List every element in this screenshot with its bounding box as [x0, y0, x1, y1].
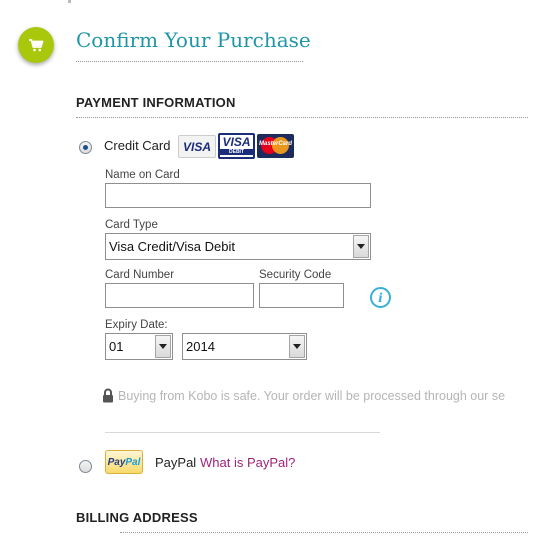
- chevron-down-icon[interactable]: [289, 335, 305, 358]
- payment-section-divider: [76, 117, 528, 118]
- credit-card-section-divider: [105, 432, 380, 433]
- mastercard-logo-text: MasterCard: [258, 141, 292, 147]
- billing-address-heading: BILLING ADDRESS: [76, 510, 198, 525]
- visa-logo-text: VISA: [182, 139, 211, 154]
- paypal-logo-part1: Pay: [107, 456, 126, 468]
- info-icon[interactable]: i: [370, 287, 391, 308]
- card-type-select[interactable]: Visa Credit/Visa Debit: [105, 233, 371, 260]
- expiry-year-select[interactable]: 2014: [182, 333, 307, 360]
- credit-card-label[interactable]: Credit Card: [104, 138, 170, 153]
- lock-icon: [102, 388, 114, 408]
- title-divider: [76, 61, 303, 62]
- secure-purchase-note: Buying from Kobo is safe. Your order wil…: [118, 389, 506, 403]
- visa-debit-logo-text: VISA: [222, 135, 251, 149]
- name-on-card-label: Name on Card: [105, 169, 180, 181]
- mastercard-logo: MasterCard: [257, 134, 294, 158]
- expiry-month-select[interactable]: 01: [105, 333, 173, 360]
- visa-logo: VISA: [178, 135, 216, 158]
- paypal-radio[interactable]: [79, 460, 92, 473]
- expiry-date-label: Expiry Date:: [105, 319, 168, 331]
- chevron-down-icon[interactable]: [155, 335, 171, 358]
- security-code-label: Security Code: [259, 269, 332, 281]
- card-type-label: Card Type: [105, 219, 158, 231]
- card-type-value: Visa Credit/Visa Debit: [109, 239, 235, 254]
- paypal-label[interactable]: PayPal: [155, 455, 196, 470]
- visa-debit-logo-sub: DEBIT: [220, 149, 253, 155]
- payment-information-heading: PAYMENT INFORMATION: [76, 95, 236, 110]
- expiry-year-value: 2014: [186, 339, 215, 354]
- what-is-paypal-link[interactable]: What is PayPal?: [200, 455, 295, 470]
- name-on-card-input[interactable]: [105, 183, 371, 208]
- top-edge-mark: [68, 0, 71, 3]
- visa-debit-logo: VISA DEBIT: [218, 133, 255, 159]
- card-number-label: Card Number: [105, 269, 175, 281]
- info-icon-glyph: i: [378, 290, 383, 305]
- chevron-down-icon[interactable]: [353, 235, 369, 258]
- paypal-logo: Pay Pal: [105, 450, 143, 474]
- card-number-input[interactable]: [105, 283, 254, 308]
- page-title: Confirm Your Purchase: [76, 28, 311, 52]
- security-code-input[interactable]: [259, 283, 344, 308]
- paypal-logo-part2: Pal: [125, 456, 141, 468]
- billing-section-divider: [120, 532, 528, 533]
- cart-icon: [18, 27, 54, 63]
- expiry-month-value: 01: [109, 339, 124, 354]
- credit-card-radio[interactable]: [79, 141, 92, 154]
